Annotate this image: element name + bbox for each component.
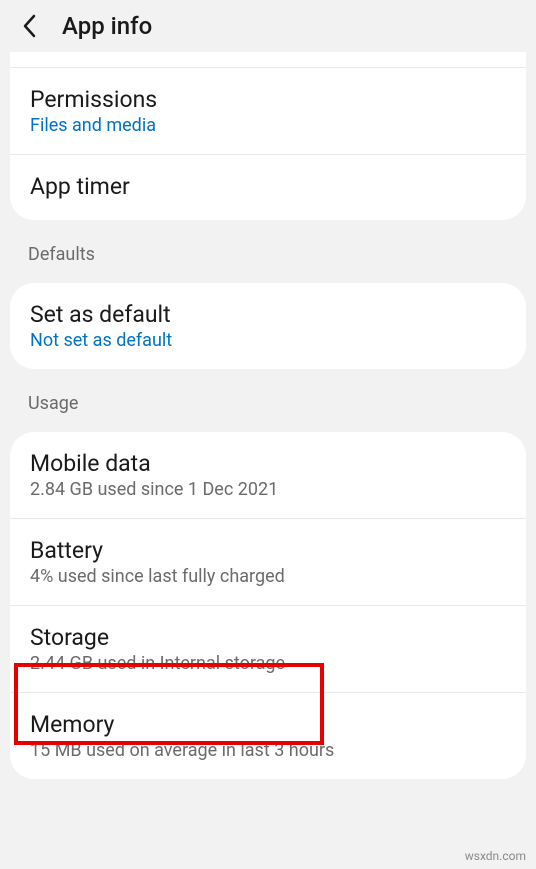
watermark: wsxdn.com xyxy=(465,849,526,863)
section-usage: Usage xyxy=(0,377,536,424)
mobile-data-sub: 2.84 GB used since 1 Dec 2021 xyxy=(30,479,506,500)
storage-sub: 2.44 GB used in Internal storage xyxy=(30,653,506,674)
row-truncated[interactable]: Allowed xyxy=(10,52,526,68)
truncated-sub: Allowed xyxy=(30,52,94,55)
row-storage[interactable]: Storage 2.44 GB used in Internal storage xyxy=(10,606,526,693)
memory-sub: 15 MB used on average in last 3 hours xyxy=(30,740,506,761)
row-app-timer[interactable]: App timer xyxy=(10,155,526,220)
row-permissions[interactable]: Permissions Files and media xyxy=(10,68,526,155)
row-mobile-data[interactable]: Mobile data 2.84 GB used since 1 Dec 202… xyxy=(10,432,526,519)
app-timer-title: App timer xyxy=(30,173,506,200)
page-title: App info xyxy=(62,12,152,40)
set-default-sub: Not set as default xyxy=(30,330,506,351)
battery-sub: 4% used since last fully charged xyxy=(30,566,506,587)
permissions-title: Permissions xyxy=(30,86,506,113)
back-icon[interactable] xyxy=(16,12,44,40)
row-battery[interactable]: Battery 4% used since last fully charged xyxy=(10,519,526,606)
row-set-default[interactable]: Set as default Not set as default xyxy=(10,283,526,369)
row-memory[interactable]: Memory 15 MB used on average in last 3 h… xyxy=(10,693,526,779)
section-defaults: Defaults xyxy=(0,228,536,275)
storage-title: Storage xyxy=(30,624,506,651)
header-bar: App info xyxy=(0,0,536,52)
app-settings-card: Allowed Permissions Files and media App … xyxy=(10,52,526,220)
usage-card: Mobile data 2.84 GB used since 1 Dec 202… xyxy=(10,432,526,779)
mobile-data-title: Mobile data xyxy=(30,450,506,477)
memory-title: Memory xyxy=(30,711,506,738)
permissions-sub: Files and media xyxy=(30,115,506,136)
defaults-card: Set as default Not set as default xyxy=(10,283,526,369)
battery-title: Battery xyxy=(30,537,506,564)
set-default-title: Set as default xyxy=(30,301,506,328)
